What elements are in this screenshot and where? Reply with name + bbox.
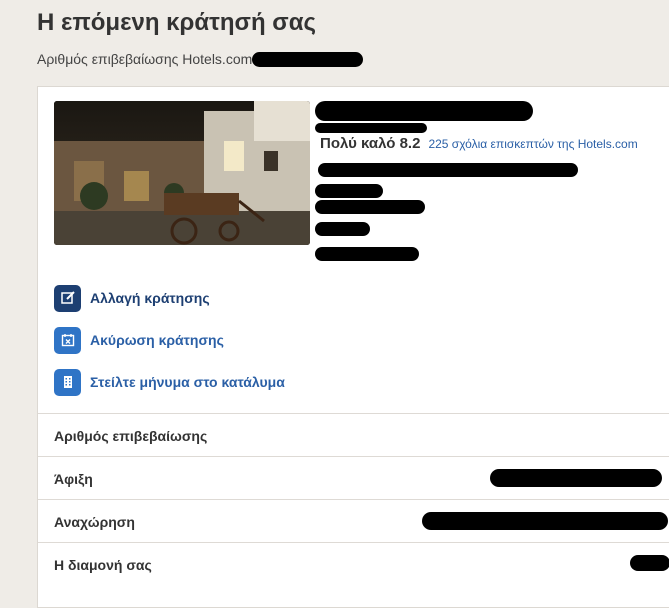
- redacted-checkin-date: [490, 469, 662, 487]
- redacted-stay-length: [630, 555, 669, 571]
- message-property-button[interactable]: Στείλτε μήνυμα στο κατάλυμα: [54, 367, 285, 397]
- detail-row-checkin: Άφιξη: [38, 456, 669, 499]
- redacted-detail-1: [315, 184, 383, 198]
- reviews-link[interactable]: 225 σχόλια επισκεπτών της Hotels.com: [428, 137, 637, 151]
- detail-label-confirmation: Αριθμός επιβεβαίωσης: [54, 428, 208, 444]
- edit-icon: [54, 284, 81, 312]
- hotel-photo-illustration: [54, 101, 310, 245]
- rating-score: Πολύ καλό 8.2: [320, 135, 421, 152]
- detail-label-checkin: Άφιξη: [54, 471, 93, 487]
- redacted-detail-3: [315, 222, 370, 236]
- redacted-confirmation-number: [252, 52, 363, 67]
- booking-card: Πολύ καλό 8.2 225 σχόλια επισκεπτών της …: [37, 86, 669, 608]
- redacted-hotel-name: [315, 101, 533, 121]
- hotel-photo[interactable]: [54, 101, 310, 245]
- booking-actions: Αλλαγή κράτησης Ακύρωση κράτησης Στείλτε…: [54, 283, 285, 409]
- building-icon: [54, 368, 81, 396]
- booking-details: Αριθμός επιβεβαίωσης Άφιξη Αναχώρηση Η δ…: [38, 413, 669, 585]
- rating-block: Πολύ καλό 8.2 225 σχόλια επισκεπτών της …: [320, 135, 638, 152]
- redacted-checkout-date: [422, 512, 668, 530]
- redacted-detail-2: [315, 200, 425, 214]
- detail-row-confirmation: Αριθμός επιβεβαίωσης: [38, 413, 669, 456]
- confirmation-number-line: Αριθμός επιβεβαίωσης Hotels.com: [37, 51, 253, 67]
- cancel-booking-label: Ακύρωση κράτησης: [90, 332, 224, 348]
- detail-label-checkout: Αναχώρηση: [54, 514, 135, 530]
- cancel-booking-button[interactable]: Ακύρωση κράτησης: [54, 325, 285, 355]
- detail-row-stay: Η διαμονή σας: [38, 542, 669, 585]
- message-property-label: Στείλτε μήνυμα στο κατάλυμα: [90, 374, 285, 390]
- detail-label-stay: Η διαμονή σας: [54, 557, 152, 573]
- change-booking-button[interactable]: Αλλαγή κράτησης: [54, 283, 285, 313]
- redacted-address: [318, 163, 578, 177]
- change-booking-label: Αλλαγή κράτησης: [90, 290, 210, 306]
- page-title: Η επόμενη κράτησή σας: [37, 9, 316, 36]
- redacted-hotel-line: [315, 123, 427, 133]
- detail-row-checkout: Αναχώρηση: [38, 499, 669, 542]
- cancel-calendar-icon: [54, 326, 81, 354]
- redacted-detail-4: [315, 247, 419, 261]
